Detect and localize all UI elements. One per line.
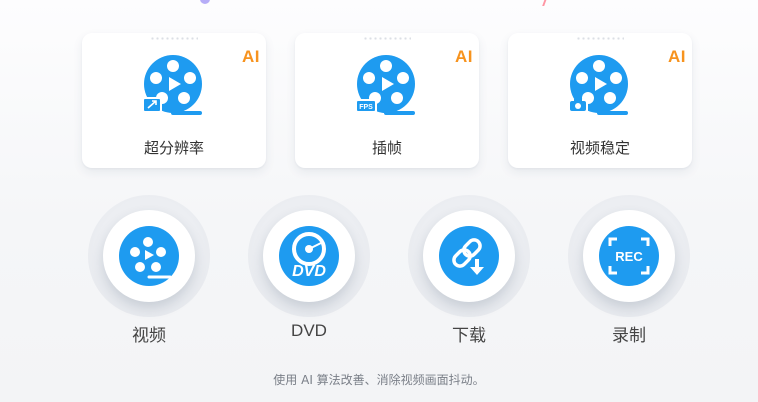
dvd-text: DVD	[292, 263, 326, 280]
card-dots	[363, 36, 411, 41]
tool-download: 下载	[408, 195, 532, 346]
card-label: 超分辨率	[143, 139, 204, 157]
rec-icon: REC	[608, 237, 650, 275]
dvd-icon: DVD	[292, 232, 326, 280]
tool-dvd: DVD DVD	[248, 195, 372, 345]
film-reel-fps-icon: FPS	[355, 55, 415, 115]
film-reel-stabilize-icon	[568, 55, 628, 115]
card-dots	[150, 36, 198, 41]
link-download-icon	[452, 238, 484, 275]
download-button[interactable]	[423, 210, 515, 302]
ai-badge: AI	[668, 47, 686, 66]
video-button[interactable]	[103, 210, 195, 302]
record-button[interactable]: REC	[583, 210, 675, 302]
ai-card-stabilization[interactable]: AI 视频稳定	[508, 33, 692, 168]
top-decoration-right	[536, 0, 548, 6]
tool-label: 下载	[452, 326, 486, 346]
tool-label: DVD	[291, 321, 327, 340]
card-label: 视频稳定	[569, 139, 630, 157]
ai-badge: AI	[455, 47, 473, 66]
ai-card-super-resolution[interactable]: AI 超分辨率	[82, 33, 266, 168]
dvd-icon-bg: DVD	[279, 226, 339, 286]
tool-video: 视频	[88, 195, 212, 346]
record-icon-bg: REC	[599, 226, 659, 286]
footer-hint: 使用 AI 算法改善、消除视频画面抖动。	[273, 373, 485, 387]
video-icon-bg	[119, 226, 179, 286]
tool-record: REC 录制	[568, 195, 692, 346]
top-decoration-left	[200, 0, 210, 4]
rec-text: REC	[615, 249, 643, 264]
card-dots	[576, 36, 624, 41]
card-label: 插帧	[371, 139, 402, 157]
fps-text: FPS	[359, 104, 373, 111]
dvd-button[interactable]: DVD	[263, 210, 355, 302]
film-reel-icon	[130, 237, 172, 279]
ai-card-frame-interpolation[interactable]: AI FPS 插帧	[295, 33, 479, 168]
ai-badge: AI	[242, 47, 260, 66]
download-icon-bg	[439, 226, 499, 286]
film-reel-upscale-icon	[142, 55, 202, 115]
tool-label: 视频	[132, 326, 166, 346]
tool-label: 录制	[612, 326, 646, 346]
